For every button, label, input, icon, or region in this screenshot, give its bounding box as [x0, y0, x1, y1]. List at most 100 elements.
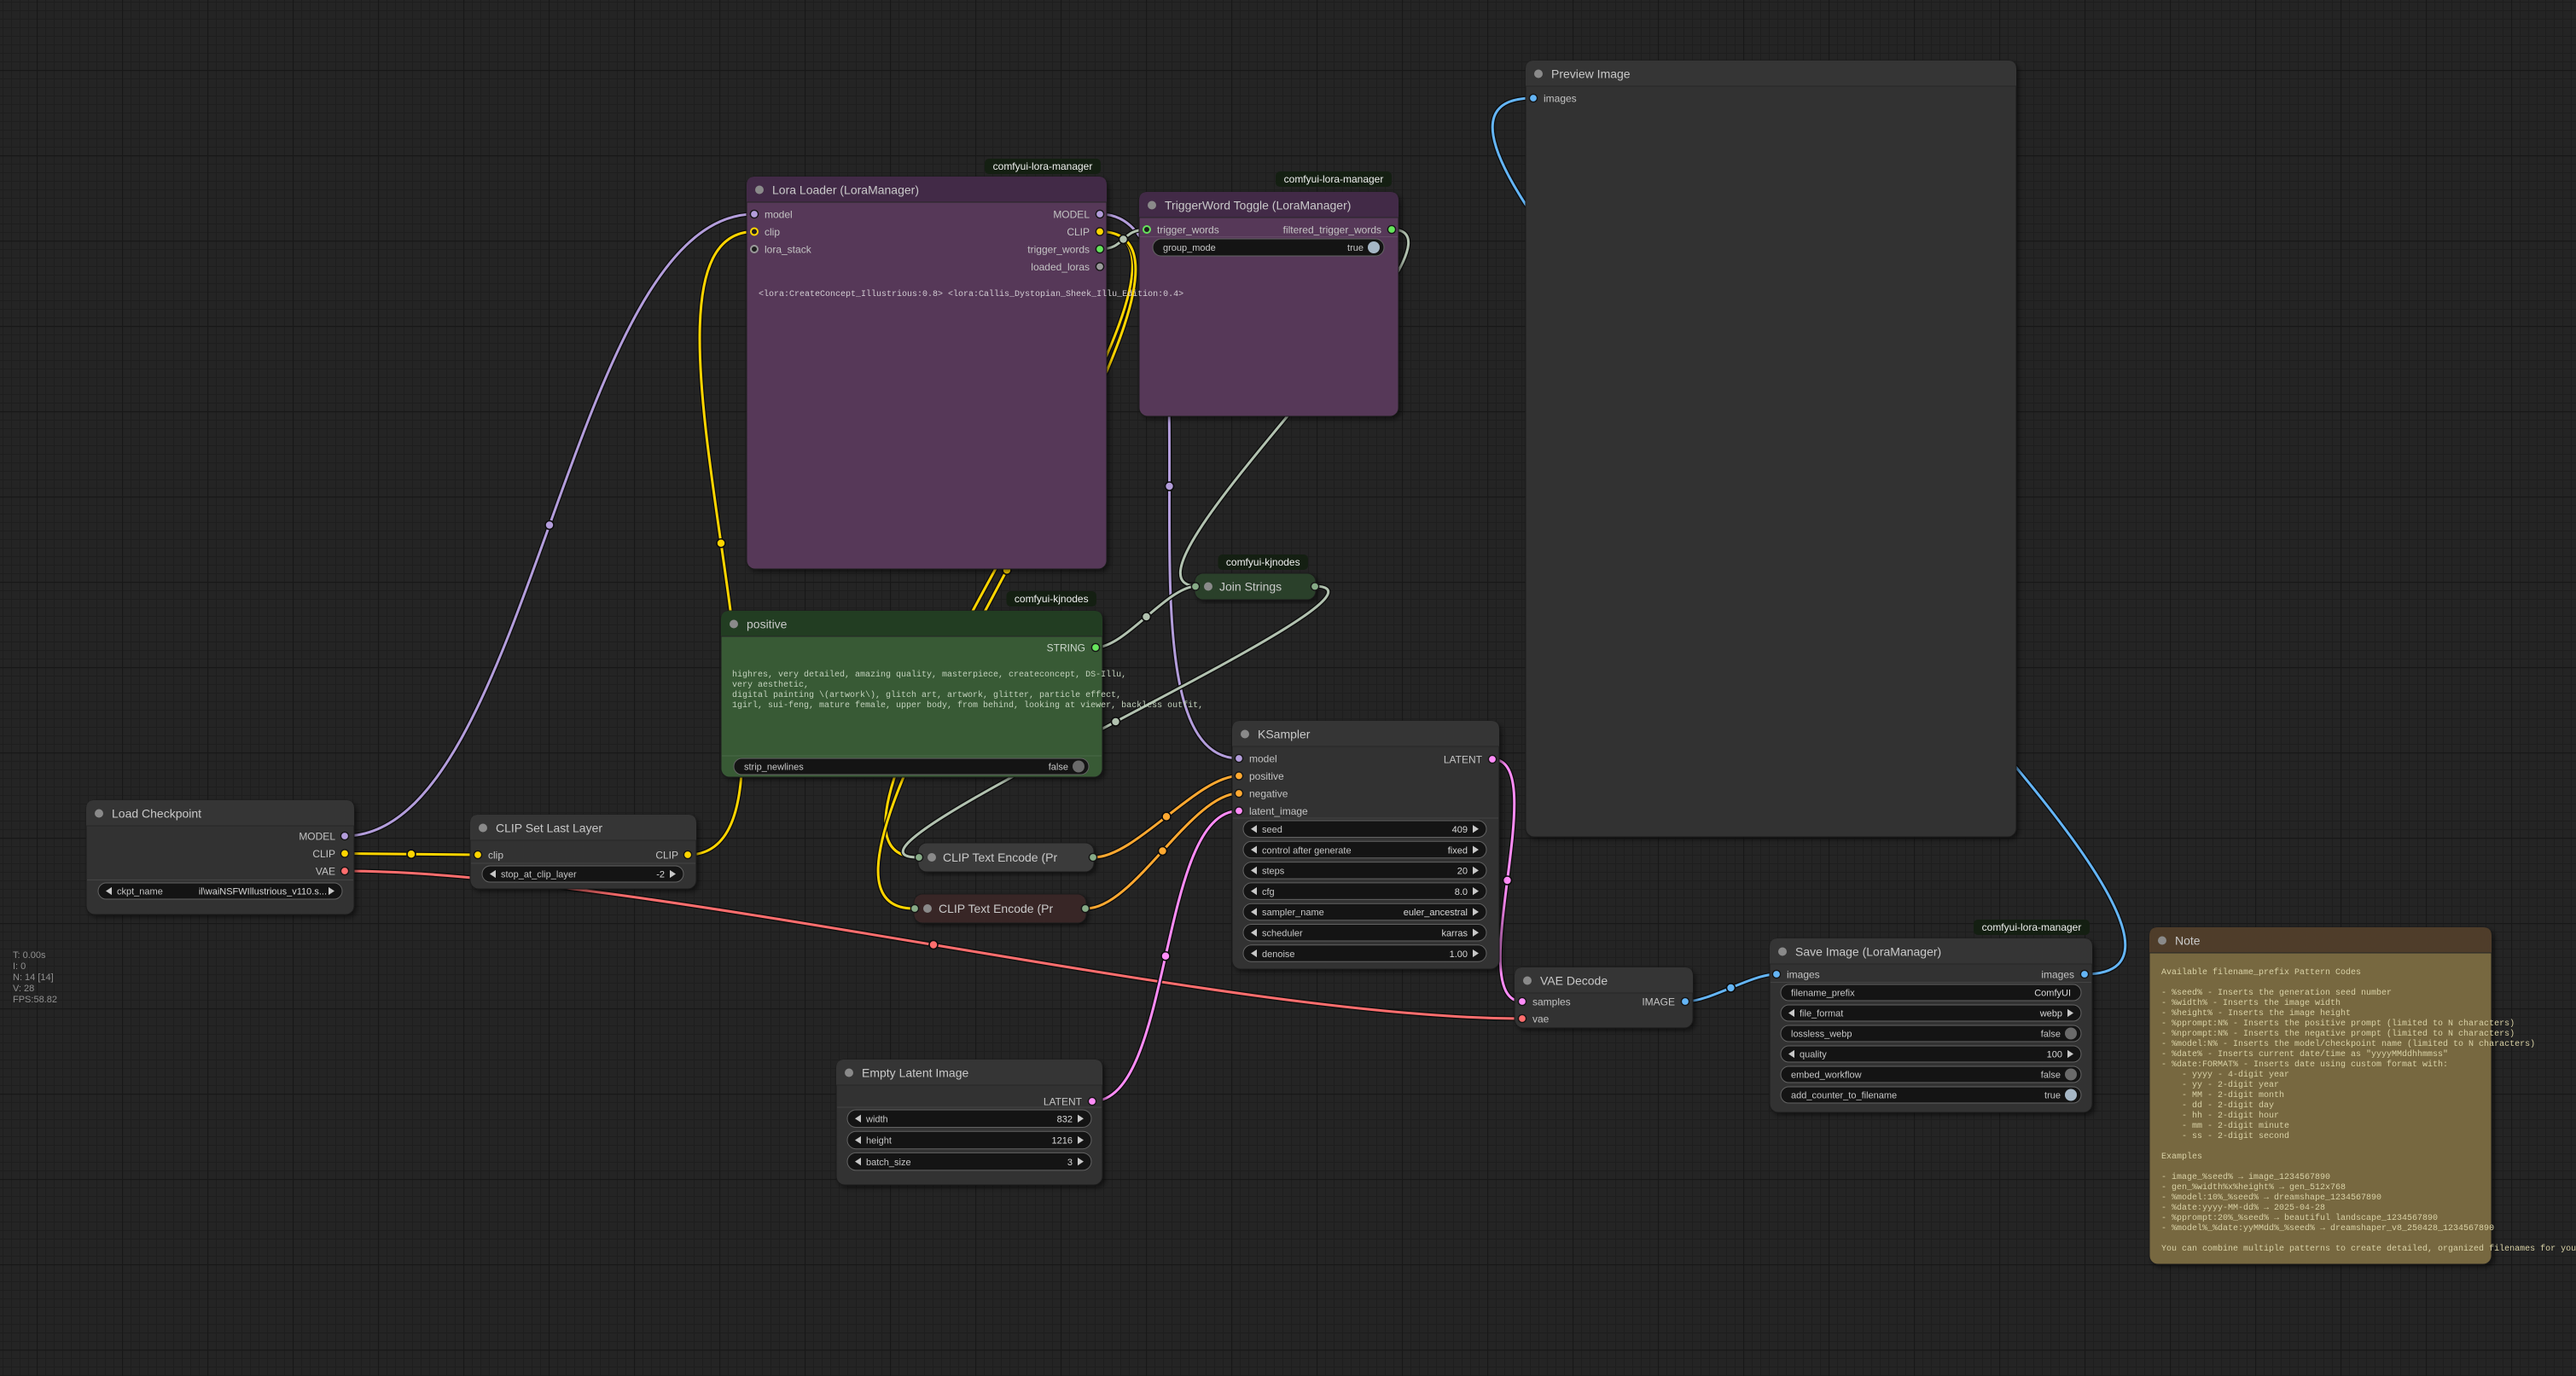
svg-text:VAE: VAE	[316, 866, 335, 878]
svg-text:Preview Image: Preview Image	[1551, 67, 1631, 81]
svg-text:Note: Note	[2175, 934, 2201, 948]
svg-text:- hh - 2-digit hour: - hh - 2-digit hour	[2161, 1111, 2279, 1121]
svg-text:images: images	[1544, 93, 1577, 105]
svg-text:Empty Latent Image: Empty Latent Image	[862, 1066, 969, 1080]
svg-text:model: model	[765, 209, 793, 221]
svg-text:model: model	[1249, 753, 1277, 765]
svg-text:ckpt_name: ckpt_name	[117, 887, 163, 897]
svg-text:- %height% - Inserts the image: - %height% - Inserts the image height	[2161, 1008, 2351, 1019]
svg-text:LATENT: LATENT	[1444, 754, 1483, 766]
svg-text:8.0: 8.0	[1455, 887, 1468, 897]
svg-text:- MM - 2-digit month: - MM - 2-digit month	[2161, 1090, 2284, 1100]
svg-text:CLIP: CLIP	[312, 848, 335, 860]
svg-text:il\waiNSFWIllustrious_v110.s..: il\waiNSFWIllustrious_v110.s...	[199, 887, 327, 897]
svg-text:1girl, sui-feng, mature female: 1girl, sui-feng, mature female, upper bo…	[732, 700, 1203, 711]
svg-text:- %width% - Inserts the image: - %width% - Inserts the image width	[2161, 998, 2340, 1008]
svg-text:CLIP Text Encode (Pr: CLIP Text Encode (Pr	[943, 851, 1057, 864]
svg-text:group_mode: group_mode	[1163, 243, 1216, 253]
svg-text:true: true	[1347, 243, 1364, 253]
svg-text:- %model:10%_%seed% → dreamsha: - %model:10%_%seed% → dreamshape_1234567…	[2161, 1193, 2381, 1203]
svg-text:comfyui-kjnodes: comfyui-kjnodes	[1226, 556, 1300, 568]
svg-text:stop_at_clip_layer: stop_at_clip_layer	[501, 870, 577, 880]
svg-text:strip_newlines: strip_newlines	[744, 763, 804, 773]
svg-text:- yyyy - 4-digit year: - yyyy - 4-digit year	[2161, 1070, 2289, 1080]
svg-text:samples: samples	[1532, 996, 1571, 1008]
svg-text:CLIP: CLIP	[655, 850, 678, 862]
svg-text:batch_size: batch_size	[866, 1158, 911, 1168]
svg-text:20: 20	[1457, 867, 1468, 877]
svg-text:clip: clip	[765, 226, 780, 238]
svg-text:- gen_%width%x%height% → gen_5: - gen_%width%x%height% → gen_512x768	[2161, 1182, 2346, 1193]
svg-text:- %seed% - Inserts the generat: - %seed% - Inserts the generation seed n…	[2161, 988, 2392, 998]
svg-text:very aesthetic,: very aesthetic,	[732, 680, 809, 690]
svg-text:- %date:FORMAT% - Inserts date: - %date:FORMAT% - Inserts date using cus…	[2161, 1060, 2448, 1070]
svg-text:Available filename_prefix Patt: Available filename_prefix Pattern Codes	[2161, 967, 2361, 978]
svg-text:comfyui-lora-manager: comfyui-lora-manager	[1982, 921, 2082, 933]
svg-text:images: images	[2041, 969, 2074, 981]
svg-text:cfg: cfg	[1262, 887, 1275, 897]
svg-text:- %nprompt:N% - Inserts the ne: - %nprompt:N% - Inserts the negative pro…	[2161, 1029, 2515, 1039]
svg-text:filtered_trigger_words: filtered_trigger_words	[1283, 224, 1381, 236]
svg-text:CLIP Set Last Layer: CLIP Set Last Layer	[496, 822, 602, 835]
svg-text:Save Image (LoraManager): Save Image (LoraManager)	[1795, 945, 1941, 959]
svg-text:I: 0: I: 0	[13, 961, 26, 972]
svg-text:LATENT: LATENT	[1044, 1096, 1083, 1108]
svg-text:positive: positive	[747, 618, 788, 631]
svg-text:latent_image: latent_image	[1249, 805, 1308, 817]
svg-text:add_counter_to_filename: add_counter_to_filename	[1791, 1091, 1897, 1101]
svg-text:KSampler: KSampler	[1258, 728, 1311, 741]
svg-text:N: 14 [14]: N: 14 [14]	[13, 972, 54, 983]
svg-text:comfyui-lora-manager: comfyui-lora-manager	[1284, 173, 1384, 185]
svg-text:- %date% - Inserts current dat: - %date% - Inserts current date/time as …	[2161, 1049, 2448, 1060]
svg-text:lora_stack: lora_stack	[765, 244, 812, 256]
svg-text:TriggerWord Toggle (LoraManage: TriggerWord Toggle (LoraManager)	[1165, 199, 1351, 212]
svg-text:comfyui-kjnodes: comfyui-kjnodes	[1015, 593, 1089, 605]
svg-text:Examples: Examples	[2161, 1152, 2202, 1162]
svg-text:T: 0.00s: T: 0.00s	[13, 950, 46, 961]
svg-text:highres, very detailed, amazin: highres, very detailed, amazing quality,…	[732, 670, 1126, 680]
svg-text:karras: karras	[1441, 928, 1468, 938]
svg-text:sampler_name: sampler_name	[1262, 908, 1324, 918]
svg-text:height: height	[866, 1136, 892, 1147]
svg-text:You can combine multiple patte: You can combine multiple patterns to cre…	[2161, 1244, 2576, 1254]
svg-text:width: width	[865, 1114, 888, 1124]
svg-text:scheduler: scheduler	[1262, 928, 1303, 938]
svg-text:seed: seed	[1262, 825, 1282, 835]
svg-text:- dd - 2-digit day: - dd - 2-digit day	[2161, 1100, 2274, 1111]
svg-text:false: false	[2041, 1071, 2061, 1081]
svg-text:MODEL: MODEL	[1053, 209, 1090, 221]
svg-text:images: images	[1787, 969, 1820, 981]
svg-text:lossless_webp: lossless_webp	[1791, 1030, 1852, 1040]
svg-text:- %date:yyyy-MM-dd% → 2025-04-: - %date:yyyy-MM-dd% → 2025-04-28	[2161, 1203, 2325, 1213]
svg-text:409: 409	[1452, 825, 1468, 835]
svg-text:- mm - 2-digit minute: - mm - 2-digit minute	[2161, 1121, 2289, 1131]
svg-text:FPS:58.82: FPS:58.82	[13, 995, 57, 1005]
svg-text:CLIP Text Encode (Pr: CLIP Text Encode (Pr	[939, 902, 1053, 915]
svg-text:832: 832	[1057, 1114, 1073, 1124]
svg-text:webp: webp	[2039, 1009, 2062, 1019]
svg-text:digital painting \(artwork\),: digital painting \(artwork\), glitch art…	[732, 690, 1121, 700]
svg-text:V: 28: V: 28	[13, 984, 34, 994]
svg-text:quality: quality	[1800, 1050, 1827, 1060]
svg-text:positive: positive	[1249, 770, 1284, 782]
svg-text:STRING: STRING	[1047, 642, 1085, 654]
svg-text:Load Checkpoint: Load Checkpoint	[112, 807, 201, 821]
svg-text:denoise: denoise	[1262, 949, 1295, 960]
svg-text:euler_ancestral: euler_ancestral	[1404, 908, 1468, 918]
svg-text:trigger_words: trigger_words	[1027, 244, 1090, 256]
svg-text:100: 100	[2047, 1050, 2062, 1060]
svg-text:comfyui-lora-manager: comfyui-lora-manager	[993, 160, 1093, 172]
svg-text:ComfyUI: ComfyUI	[2034, 989, 2071, 999]
svg-text:filename_prefix: filename_prefix	[1791, 989, 1855, 999]
svg-text:clip: clip	[488, 850, 503, 862]
svg-text:CLIP: CLIP	[1067, 226, 1090, 238]
svg-text:steps: steps	[1262, 867, 1285, 877]
svg-text:trigger_words: trigger_words	[1157, 224, 1219, 236]
svg-text:Lora Loader (LoraManager): Lora Loader (LoraManager)	[772, 183, 919, 197]
svg-text:- %model:N% - Inserts the mode: - %model:N% - Inserts the model/checkpoi…	[2161, 1039, 2535, 1049]
svg-text:Join Strings: Join Strings	[1219, 580, 1282, 594]
svg-text:MODEL: MODEL	[299, 831, 335, 843]
svg-text:negative: negative	[1249, 788, 1288, 800]
svg-text:loaded_loras: loaded_loras	[1031, 261, 1090, 273]
svg-text:false: false	[2041, 1030, 2061, 1040]
